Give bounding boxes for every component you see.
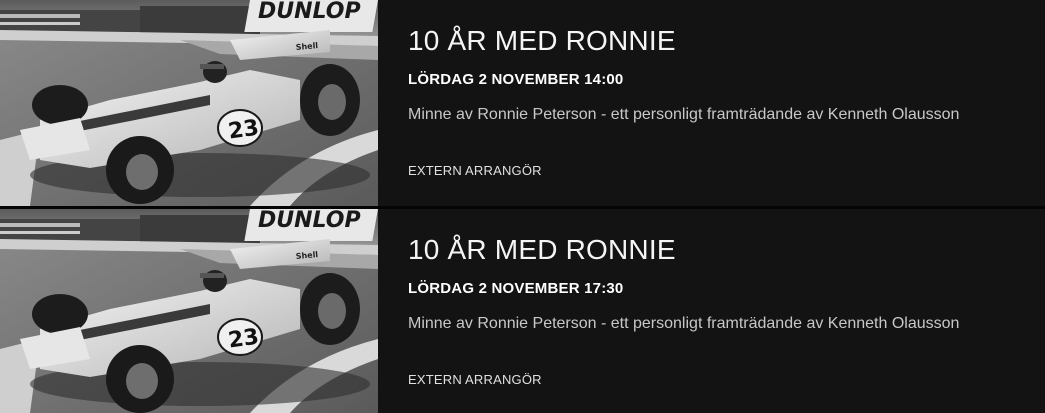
event-info: 10 ÅR MED RONNIE LÖRDAG 2 NOVEMBER 14:00… [408,0,1038,206]
sponsor-text: DUNLOP [258,0,361,24]
race-car-photo: DUNLOP Shell 23 [0,0,378,206]
event-card[interactable]: DUNLOP Shell 23 10 ÅR MED RONNIE LÖRDAG … [0,209,1045,413]
event-organizer: EXTERN ARRANGÖR [408,372,542,387]
event-title[interactable]: 10 ÅR MED RONNIE [408,25,676,57]
sponsor-banner: DUNLOP [244,0,378,32]
event-date: LÖRDAG 2 NOVEMBER 17:30 [408,280,624,297]
sponsor-banner: DUNLOP [244,209,378,241]
car-number: 23 [227,116,261,145]
event-image[interactable]: DUNLOP Shell 23 [0,0,378,206]
event-card[interactable]: DUNLOP Shell 23 10 ÅR MED RONNIE LÖRDAG … [0,0,1045,206]
event-image[interactable]: DUNLOP Shell 23 [0,209,378,413]
event-title[interactable]: 10 ÅR MED RONNIE [408,234,676,266]
event-info: 10 ÅR MED RONNIE LÖRDAG 2 NOVEMBER 17:30… [408,209,1038,413]
event-date: LÖRDAG 2 NOVEMBER 14:00 [408,71,624,88]
race-car-photo: DUNLOP Shell 23 [0,209,378,413]
event-description: Minne av Ronnie Peterson - ett personlig… [408,106,960,123]
car-number: 23 [227,325,261,354]
event-description: Minne av Ronnie Peterson - ett personlig… [408,315,960,332]
sponsor-text: DUNLOP [258,209,361,233]
event-list: DUNLOP Shell 23 10 ÅR MED RONNIE LÖRDAG … [0,0,1045,413]
event-organizer: EXTERN ARRANGÖR [408,163,542,178]
